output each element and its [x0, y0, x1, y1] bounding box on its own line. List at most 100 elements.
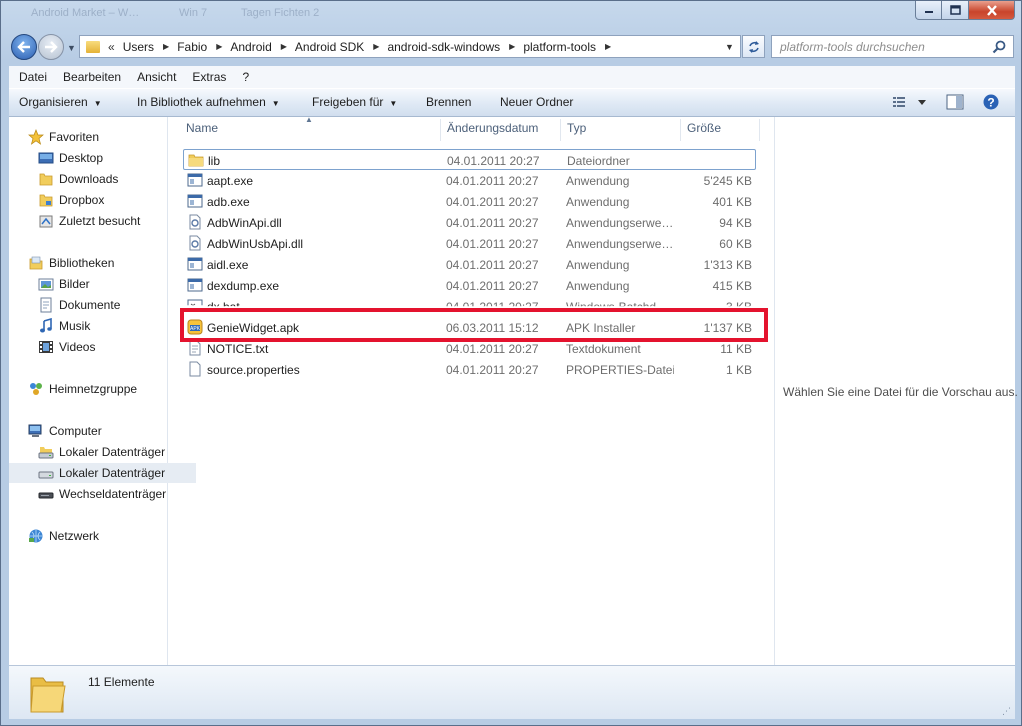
chevron-right-icon[interactable]: ▶ — [509, 42, 515, 51]
nav-desktop-label: Desktop — [59, 151, 104, 165]
title-bar: Android Market – W… Win 7 Tagen Fichten … — [1, 1, 1021, 29]
item-count: 11 Elemente — [88, 675, 155, 689]
file-date: 04.01.2011 20:27 — [446, 258, 539, 272]
details-pane: 11 Elemente ⋰ — [9, 665, 1015, 719]
nav-homegroup-label: Heimnetzgruppe — [49, 382, 138, 396]
sort-ascending-icon: ▲ — [305, 115, 313, 124]
refresh-icon — [748, 40, 759, 53]
nav-recent-places-label: Zuletzt besucht — [59, 214, 141, 228]
svg-text:?: ? — [987, 95, 994, 109]
chevron-right-icon[interactable]: ▶ — [605, 42, 611, 51]
refresh-button[interactable] — [742, 35, 765, 58]
nav-removable-disk-label: Wechseldatenträger — [59, 487, 167, 501]
column-divider[interactable] — [680, 119, 681, 141]
file-row-aidl[interactable]: aidl.exe 04.01.2011 20:27 Anwendung 1'31… — [183, 254, 756, 275]
caret-down-icon: ▼ — [93, 99, 102, 108]
nav-libraries[interactable]: Bibliotheken — [9, 253, 186, 273]
file-date: 04.01.2011 20:27 — [447, 154, 540, 168]
nav-favorites-label: Favoriten — [49, 130, 100, 144]
search-input[interactable]: platform-tools durchsuchen — [771, 35, 1014, 58]
hard-drive-icon — [38, 465, 54, 481]
help-button[interactable]: ? — [983, 94, 999, 113]
column-header-size[interactable]: Größe — [687, 121, 721, 135]
network-icon — [28, 528, 44, 544]
nav-local-disk-1-label: Lokaler Datenträger — [59, 445, 166, 459]
chevron-right-icon[interactable]: ▶ — [216, 42, 222, 51]
minimize-button[interactable] — [915, 1, 942, 20]
menu-tools[interactable]: Extras — [192, 70, 226, 84]
breadcrumb-android-sdk-windows[interactable]: android-sdk-windows — [387, 40, 500, 54]
file-size: 1 KB — [725, 363, 752, 377]
back-button[interactable] — [11, 34, 37, 60]
address-history-dropdown[interactable]: ▼ — [718, 35, 741, 58]
preview-pane: Wählen Sie eine Datei für die Vorschau a… — [774, 117, 1018, 665]
file-date: 04.01.2011 20:27 — [446, 342, 539, 356]
nav-network-label: Netzwerk — [49, 529, 100, 543]
dll-icon — [187, 214, 203, 230]
recent-pages-dropdown[interactable]: ▼ — [67, 43, 76, 53]
column-divider[interactable] — [560, 119, 561, 141]
change-view-button[interactable] — [892, 94, 928, 113]
menu-help[interactable]: ? — [242, 70, 249, 84]
homegroup-icon — [28, 381, 44, 397]
arrow-left-icon — [17, 41, 30, 53]
column-header-date[interactable]: Änderungsdatum — [447, 121, 538, 135]
breadcrumb-platform-tools[interactable]: platform-tools — [523, 40, 596, 54]
breadcrumb-users[interactable]: Users — [123, 40, 154, 54]
breadcrumb-fabio[interactable]: Fabio — [177, 40, 207, 54]
system-drive-icon — [38, 444, 54, 460]
burn-button[interactable]: Brennen — [426, 95, 471, 109]
column-header-type[interactable]: Typ — [567, 121, 586, 135]
organize-label: Organisieren — [19, 95, 88, 109]
file-icon — [187, 361, 203, 377]
include-in-library-button[interactable]: In Bibliothek aufnehmen ▼ — [137, 95, 280, 109]
address-bar[interactable]: « Users ▶ Fabio ▶ Android ▶ Android SDK … — [79, 35, 741, 58]
column-divider[interactable] — [440, 119, 441, 141]
file-type: Anwendung — [566, 195, 630, 209]
nav-libraries-label: Bibliotheken — [49, 256, 115, 270]
menu-view[interactable]: Ansicht — [137, 70, 176, 84]
chevron-right-icon[interactable]: ▶ — [163, 42, 169, 51]
file-row-source-properties[interactable]: source.properties 04.01.2011 20:27 PROPE… — [183, 359, 756, 380]
file-row-adb[interactable]: adb.exe 04.01.2011 20:27 Anwendung 401 K… — [183, 191, 756, 212]
maximize-icon — [949, 5, 961, 15]
organize-button[interactable]: Organisieren ▼ — [19, 95, 102, 109]
file-row-adbwinapi[interactable]: AdbWinApi.dll 04.01.2011 20:27 Anwendung… — [183, 212, 756, 233]
menu-edit[interactable]: Bearbeiten — [63, 70, 121, 84]
preview-pane-button[interactable] — [946, 94, 964, 113]
share-with-button[interactable]: Freigeben für ▼ — [312, 95, 397, 109]
breadcrumb-android-sdk[interactable]: Android SDK — [295, 40, 364, 54]
file-row-dexdump[interactable]: dexdump.exe 04.01.2011 20:27 Anwendung 4… — [183, 275, 756, 296]
nav-computer[interactable]: Computer — [9, 421, 186, 441]
file-size: 401 KB — [712, 195, 752, 209]
file-type: PROPERTIES-Datei — [566, 363, 674, 377]
forward-button[interactable] — [38, 34, 64, 60]
close-button[interactable] — [969, 1, 1015, 20]
file-type: Dateiordner — [567, 154, 630, 168]
breadcrumb-overflow[interactable]: « — [108, 40, 115, 54]
desktop-icon — [38, 150, 54, 166]
nav-favorites[interactable]: Favoriten — [9, 127, 186, 147]
chevron-right-icon[interactable]: ▶ — [373, 42, 379, 51]
new-folder-button[interactable]: Neuer Ordner — [500, 95, 573, 109]
file-type: Anwendung — [566, 258, 630, 272]
background-window-title: Tagen Fichten 2 — [241, 7, 320, 19]
nav-homegroup[interactable]: Heimnetzgruppe — [9, 379, 186, 399]
search-icon[interactable] — [992, 40, 1006, 54]
chevron-right-icon[interactable]: ▶ — [281, 42, 287, 51]
file-date: 04.01.2011 20:27 — [446, 174, 539, 188]
nav-network[interactable]: Netzwerk — [9, 526, 186, 546]
file-date: 04.01.2011 20:27 — [446, 363, 539, 377]
column-header-name[interactable]: Name — [186, 121, 218, 135]
command-bar: Organisieren ▼ In Bibliothek aufnehmen ▼ F… — [9, 88, 1015, 117]
nav-videos-label: Videos — [59, 340, 96, 354]
file-row-lib[interactable]: lib 04.01.2011 20:27 Dateiordner — [183, 149, 756, 170]
breadcrumb-android[interactable]: Android — [230, 40, 271, 54]
column-divider[interactable] — [759, 119, 760, 141]
recent-places-icon — [38, 213, 54, 229]
maximize-button[interactable] — [942, 1, 969, 20]
resize-grip-icon[interactable]: ⋰ — [1002, 706, 1011, 717]
file-row-adbwinusbapi[interactable]: AdbWinUsbApi.dll 04.01.2011 20:27 Anwend… — [183, 233, 756, 254]
file-row-aapt[interactable]: aapt.exe 04.01.2011 20:27 Anwendung 5'24… — [183, 170, 756, 191]
menu-file[interactable]: Datei — [19, 70, 47, 84]
